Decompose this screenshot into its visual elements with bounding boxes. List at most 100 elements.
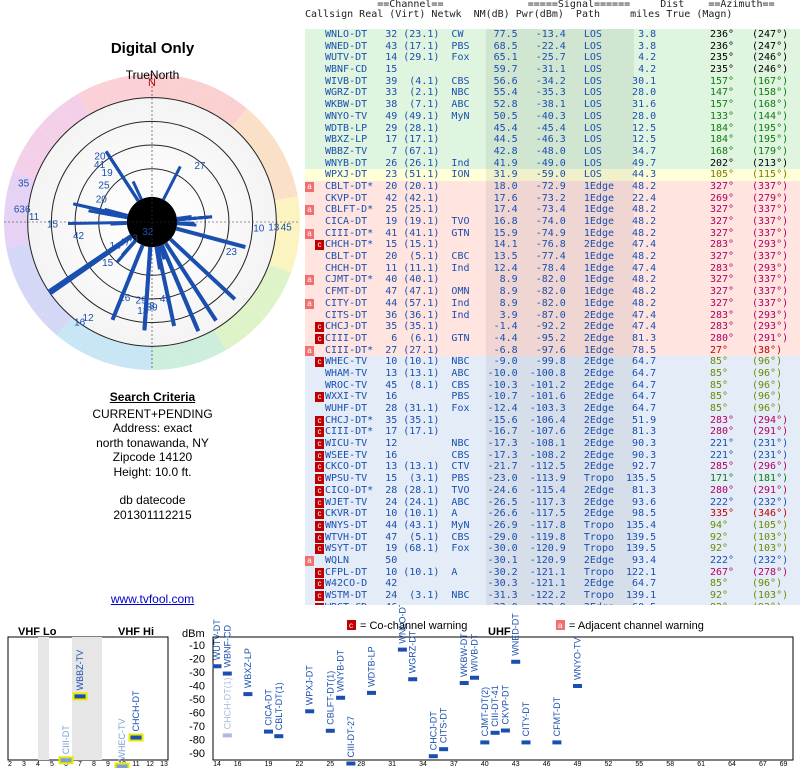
row-text: CJMT-DT* 40 (40.1) 8.9 -82.0 1Edge 48.2	[325, 274, 657, 286]
table-row: a CITY-DT 44 (57.1) Ind 8.9 -82.0 1Edge 4…	[305, 297, 800, 310]
row-text: WPXJ-DT 23 (51.1) ION 31.9 -59.0 LOS 44.…	[325, 169, 657, 181]
criteria-line: north tonawanda, NY	[96, 435, 209, 450]
table-row: WHAM-TV 13 (13.1) ABC -10.0 -100.8 2Edge…	[305, 367, 800, 380]
azimuth-true: 221°	[710, 449, 735, 461]
azimuth-true: 335°	[710, 508, 735, 520]
co-channel-warning-icon: c	[315, 439, 324, 450]
radar-plot: N2041192527203563611154210 13 452332431447…	[4, 74, 300, 370]
channel-tick-label: 34	[419, 761, 427, 768]
azimuth-true: 171°	[710, 473, 735, 485]
row-text: WSTM-DT 24 (3.1) NBC -31.3 -122.2 Tropo …	[325, 590, 657, 601]
row-text: CIII-DT 6 (6.1) GTN -4.4 -95.2 2Edge 81.…	[325, 332, 657, 344]
channel-label: 35	[18, 179, 30, 190]
table-row: c WSTM-DT 24 (3.1) NBC -31.3 -122.2 Tropo…	[305, 590, 800, 602]
azimuth-magnetic: (293°)	[752, 239, 789, 251]
azimuth-magnetic: (291°)	[752, 332, 789, 344]
station-name: WNYB-DT	[336, 649, 346, 691]
row-text: WHAM-TV 13 (13.1) ABC -10.0 -100.8 2Edge…	[325, 367, 657, 379]
table-row: c CKCO-DT 13 (13.1) CTV -21.7 -112.5 2Edg…	[305, 461, 800, 474]
left-panel: N 20 41 19 25 27 20 35 636 11 15 42 10 13 45 23 32 43 14 47…	[0, 0, 305, 615]
channel-label: 32	[142, 227, 154, 238]
azimuth-magnetic: (103°)	[752, 590, 789, 601]
table-row: a CIII-DT* 41 (41.1) GTN 15.9 -74.9 1Edge…	[305, 227, 800, 240]
station-name: WNED-DT	[511, 613, 521, 656]
table-row: c CIII-DT* 17 (17.1) -16.7 -107.6 2Edge 8…	[305, 426, 800, 439]
channel-tick-label: 52	[605, 761, 613, 768]
azimuth-magnetic: (246°)	[752, 52, 789, 64]
legend-icon-text: c	[349, 621, 353, 630]
azimuth-magnetic: (195°)	[752, 134, 789, 146]
azimuth-true: 283°	[710, 239, 735, 251]
y-tick-label: -50	[189, 694, 205, 706]
adjacent-channel-warning-icon: a	[305, 555, 314, 566]
co-channel-warning-icon: c	[315, 392, 324, 403]
table-row: CBLT-DT 20 (5.1) CBC 13.5 -77.4 1Edge 48…	[305, 251, 800, 263]
azimuth-true: 236°	[710, 40, 735, 52]
channel-tick-label: 19	[265, 761, 273, 768]
azimuth-true: 285°	[710, 461, 735, 473]
row-text: CICO-DT* 28 (28.1) TVO -24.6 -115.4 2Edg…	[325, 484, 657, 496]
azimuth-magnetic: (179°)	[752, 145, 789, 157]
azimuth-magnetic: (293°)	[752, 309, 789, 321]
legend-adjacent-channel: = Adjacent channel warning	[569, 620, 704, 632]
station-mark	[130, 735, 142, 740]
radar-title: Digital Only	[110, 40, 195, 57]
channel-label: 20	[96, 194, 108, 205]
azimuth-true: 327°	[710, 204, 735, 216]
row-text: WBXZ-LP 17 (17.1) 44.5 -46.3 LOS 12.5	[325, 134, 657, 146]
azimuth-true: 327°	[710, 274, 735, 286]
station-mark	[243, 692, 253, 697]
co-channel-warning-icon: c	[315, 544, 324, 555]
row-text: WNYS-DT 44 (43.1) MyN -26.9 -117.8 Tropo…	[325, 519, 657, 531]
y-tick-label: -40	[189, 681, 205, 693]
co-channel-warning-icon: c	[315, 427, 324, 438]
azimuth-magnetic: (337°)	[752, 204, 789, 216]
azimuth-magnetic: (96°)	[752, 356, 783, 368]
co-channel-warning-icon: c	[315, 567, 324, 578]
station-mark	[521, 740, 531, 745]
criteria-line: Address: exact	[112, 421, 193, 435]
azimuth-true: 85°	[710, 356, 729, 368]
tvfool-link[interactable]: www.tvfool.com	[0, 592, 305, 606]
azimuth-magnetic: (279°)	[752, 192, 789, 204]
azimuth-magnetic: (105°)	[752, 519, 789, 531]
table-row: c WNYS-DT 44 (43.1) MyN -26.9 -117.8 Trop…	[305, 519, 800, 532]
azimuth-true: 92°	[710, 590, 729, 601]
table-row: WNED-DT 43 (17.1) PBS 68.5 -22.4 LOS 3.8…	[305, 40, 800, 53]
azimuth-magnetic: (144°)	[752, 110, 789, 122]
channel-tick-label: 5	[50, 761, 54, 768]
station-name: CJMT-DT(2)	[480, 687, 490, 737]
co-channel-warning-icon: c	[315, 462, 324, 473]
table-row: WBNF-CD 15 59.7 -31.1 LOS 4.2 235° (246°)	[305, 64, 800, 76]
station-name: CHCH-DT	[131, 690, 141, 731]
azimuth-true: 222°	[710, 554, 735, 566]
azimuth-true: 327°	[710, 216, 735, 227]
adjacent-channel-warning-icon: a	[305, 275, 314, 286]
station-mark	[116, 764, 128, 768]
azimuth-true: 327°	[710, 251, 735, 263]
table-row: a CBLFT-D* 25 (25.1) 17.4 -73.4 1Edge 48.…	[305, 204, 800, 216]
vhf-hi-label: VHF Hi	[118, 626, 154, 638]
row-text: WDTB-LP 29 (28.1) 45.4 -45.4 LOS 12.5	[325, 122, 657, 134]
co-channel-warning-icon: c	[315, 497, 324, 508]
table-row: c CICO-DT* 28 (28.1) TVO -24.6 -115.4 2Ed…	[305, 484, 800, 497]
azimuth-true: 157°	[710, 99, 735, 111]
row-text: CBLT-DT* 20 (20.1) 18.0 -72.9 1Edge 48.2	[325, 180, 657, 192]
table-row: CFMT-DT 47 (47.1) OMN 8.9 -82.0 1Edge 48…	[305, 286, 800, 298]
channel-tick-label: 31	[388, 761, 396, 768]
co-channel-warning-icon: c	[315, 509, 324, 520]
azimuth-true: 236°	[710, 29, 735, 40]
table-row: c CFPL-DT 10 (10.1) A -30.2 -121.1 Tropo …	[305, 566, 800, 579]
station-mark	[264, 729, 273, 734]
azimuth-magnetic: (115°)	[752, 169, 789, 181]
azimuth-magnetic: (232°)	[752, 554, 789, 566]
station-name: WGRZ-DT	[408, 630, 418, 673]
station-mark	[408, 677, 418, 682]
azimuth-true: 280°	[710, 332, 735, 344]
co-channel-warning-icon: c	[315, 240, 324, 251]
criteria-line: CURRENT+PENDING	[92, 406, 213, 421]
y-tick-label: -20	[189, 654, 205, 666]
channel-label: 27	[194, 161, 206, 172]
channel-tick-label: 14	[213, 761, 221, 768]
azimuth-true: 222°	[710, 496, 735, 508]
